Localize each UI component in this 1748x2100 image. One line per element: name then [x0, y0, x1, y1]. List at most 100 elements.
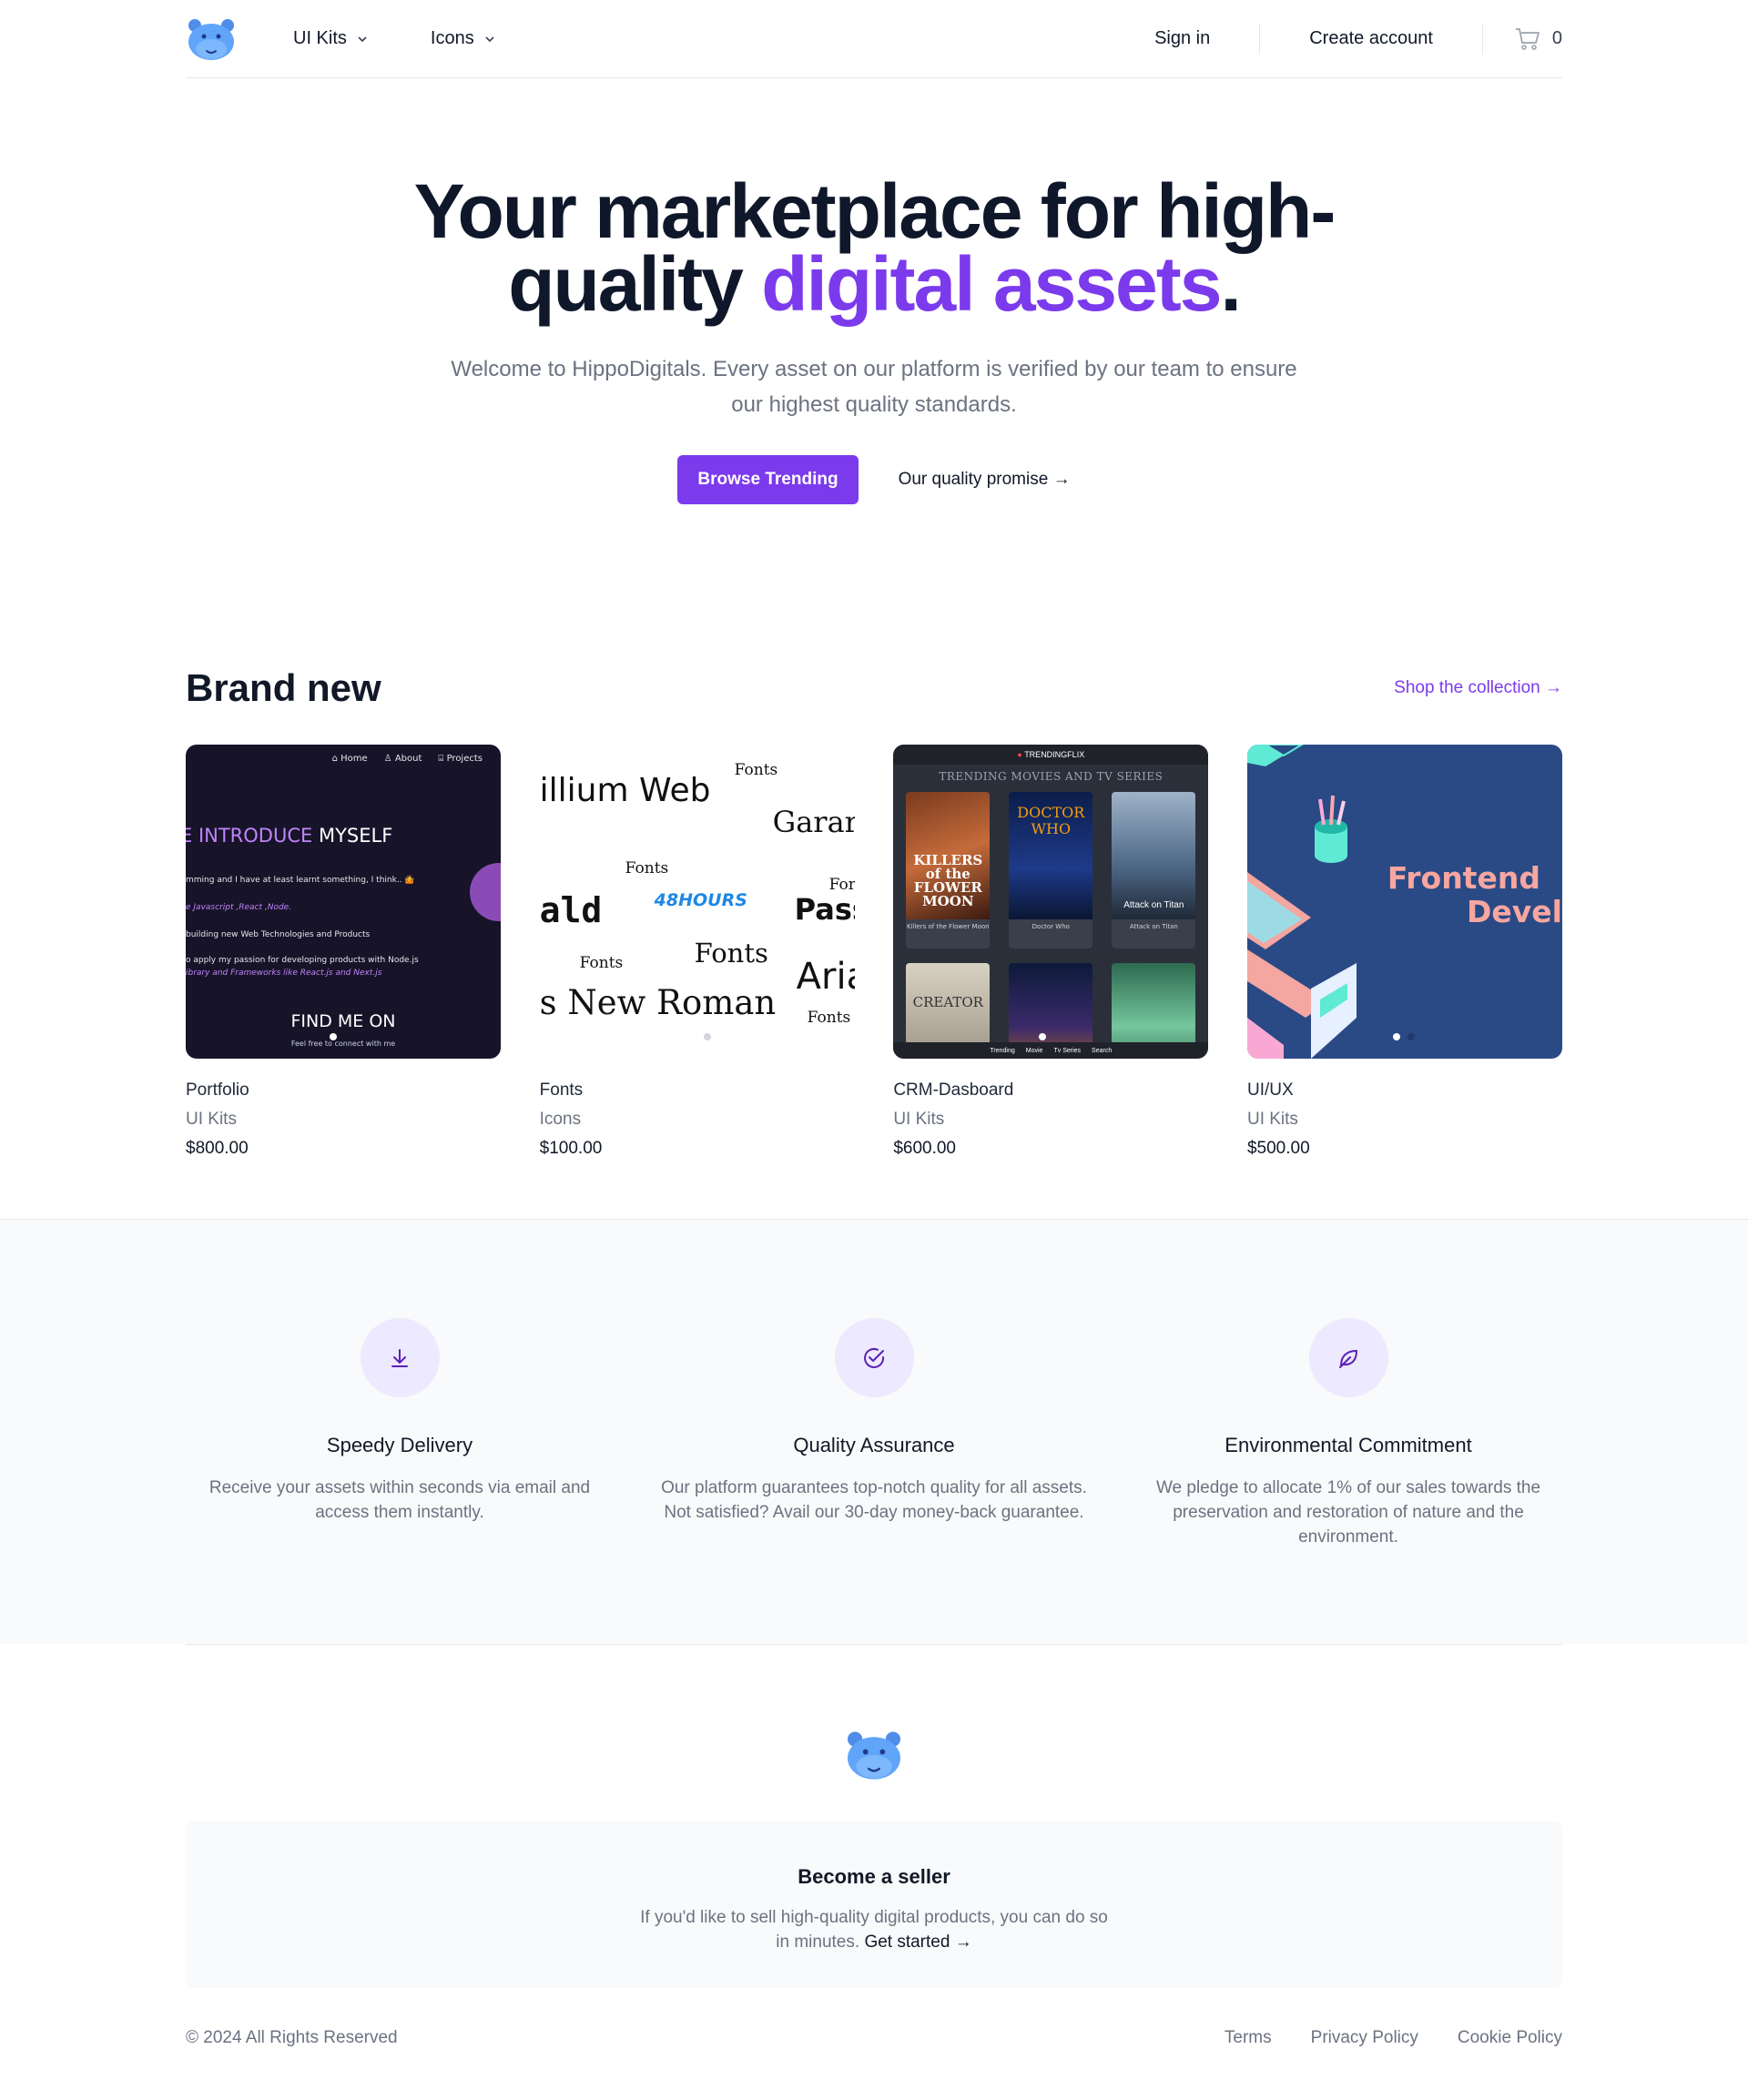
privacy-policy-link[interactable]: Privacy Policy — [1311, 2028, 1418, 2048]
feature-icon-circle — [360, 1318, 440, 1397]
chevron-down-icon — [358, 36, 367, 42]
poster: DOCTOR WHO Doctor Who — [1009, 792, 1093, 949]
nav-divider — [1481, 23, 1483, 55]
thumb-fine: Feel free to connect with me — [290, 1040, 396, 1048]
features-row: Speedy Delivery Receive your assets with… — [186, 1220, 1562, 1549]
thumb-tab: Search — [1092, 1047, 1113, 1054]
thumb-word: Fonts — [579, 954, 624, 972]
feature-quality-assurance: Quality Assurance Our platform guarantee… — [660, 1318, 1088, 1549]
thumb-headline-line: Devel — [1466, 894, 1562, 929]
poster-image: KILLERS of the FLOWER MOON — [906, 792, 991, 919]
section-title: Brand new — [186, 666, 381, 709]
product-list: ⌂ Home ♙ About ⌸ Projects E INTRODUCE MY… — [186, 745, 1562, 1159]
hippo-logo-icon[interactable] — [186, 16, 237, 62]
thumb-intro-accent: E INTRODUCE — [186, 825, 313, 847]
thumb-word: ald — [539, 890, 603, 930]
footer-links: Terms Privacy Policy Cookie Policy — [1225, 2028, 1562, 2048]
terms-link[interactable]: Terms — [1225, 2028, 1272, 2048]
product-price: $800.00 — [186, 1139, 249, 1158]
get-started-link[interactable]: Get started → — [864, 1933, 971, 1952]
product-name: UI/UX — [1246, 1080, 1294, 1100]
nav-actions: Sign in Create account 0 — [1154, 23, 1562, 55]
thumb-app-name: TRENDINGFLIX — [1024, 750, 1085, 759]
product-card[interactable]: Frontend Devel UI/UX UI Kits $500.00 — [1246, 745, 1562, 1159]
footer-bottom: © 2024 All Rights Reserved Terms Privacy… — [186, 2028, 1562, 2048]
thumb-tab: Tv Series — [1053, 1047, 1082, 1054]
poster-caption: Doctor Who — [1009, 919, 1093, 949]
carousel-dot[interactable] — [703, 1033, 711, 1040]
footer: Become a seller If you'd like to sell hi… — [186, 1644, 1562, 2048]
download-icon — [391, 1348, 408, 1367]
hero-title-accent: digital assets — [761, 241, 1222, 327]
cart-button[interactable]: 0 — [1514, 26, 1562, 52]
product-thumbnail[interactable]: ⌂ Home ♙ About ⌸ Projects E INTRODUCE MY… — [186, 745, 501, 1059]
feature-text: Our platform guarantees top-notch qualit… — [661, 1478, 1087, 1522]
thumb-tab: Trending — [990, 1047, 1015, 1054]
thumb-intro-rest: MYSELF — [312, 825, 393, 847]
product-thumbnail[interactable]: ● TRENDINGFLIX TRENDING MOVIES AND TV SE… — [893, 745, 1209, 1059]
sign-in-link[interactable]: Sign in — [1154, 28, 1210, 49]
thumb-nav-item: ⌂ Home — [331, 754, 368, 764]
product-category: UI Kits — [1246, 1110, 1298, 1129]
thumb-word: 48HOURS — [654, 890, 747, 910]
feature-title: Quality Assurance — [793, 1434, 955, 1456]
thumb-word: Fonts — [625, 859, 669, 878]
product-card[interactable]: ⌂ Home ♙ About ⌸ Projects E INTRODUCE MY… — [186, 745, 501, 1159]
poster-image: Attack on Titan — [1112, 792, 1196, 919]
thumb-word: Fonts — [734, 761, 778, 779]
product-thumbnail[interactable]: Frontend Devel — [1246, 745, 1562, 1059]
product-category: UI Kits — [186, 1110, 237, 1129]
thumb-line: e Javascript ,React ,Node. — [186, 903, 292, 912]
product-card[interactable]: illium Web Fonts Garar Fonts For ald 48H… — [539, 745, 855, 1159]
browse-trending-button[interactable]: Browse Trending — [677, 455, 859, 504]
menu-ui-kits[interactable]: UI Kits — [293, 28, 369, 49]
thumb-word: For — [828, 876, 855, 894]
cookie-policy-link[interactable]: Cookie Policy — [1458, 2028, 1562, 2048]
leaf-icon — [1339, 1349, 1357, 1368]
poster-caption: Killers of the Flower Moon — [906, 919, 991, 949]
carousel-dot[interactable] — [330, 1033, 337, 1040]
thumb-word: illium Web — [539, 772, 711, 809]
product-card[interactable]: ● TRENDINGFLIX TRENDING MOVIES AND TV SE… — [893, 745, 1209, 1159]
cart-count: 0 — [1551, 28, 1562, 48]
thumb-tab: Movie — [1025, 1047, 1043, 1054]
thumb-nav: ⌂ Home ♙ About ⌸ Projects — [332, 754, 483, 764]
thumb-word: Fonts — [807, 1009, 851, 1027]
carousel-dot[interactable] — [1392, 1033, 1400, 1040]
seller-title: Become a seller — [798, 1865, 950, 1888]
shop-collection-link[interactable]: Shop the collection → — [1394, 678, 1562, 698]
quality-promise-link[interactable]: Our quality promise → — [899, 470, 1071, 490]
check-circle-icon — [864, 1347, 885, 1368]
copyright: © 2024 All Rights Reserved — [186, 2028, 398, 2047]
hero-title-end: . — [1220, 241, 1241, 327]
thumb-word: Pass — [794, 892, 855, 927]
thumb-nav-item: ♙ About — [383, 754, 422, 764]
menu-ui-kits-label: UI Kits — [293, 28, 347, 48]
thumb-word: Fonts — [694, 938, 768, 969]
thumb-word: s New Roman — [539, 983, 777, 1022]
thumb-line: building new Web Technologies and Produc… — [186, 930, 371, 939]
become-seller-card: Become a seller If you'd like to sell hi… — [186, 1821, 1562, 1988]
menu-icons-label: Icons — [430, 28, 474, 48]
feature-text: We pledge to allocate 1% of our sales to… — [1155, 1478, 1541, 1547]
product-price: $100.00 — [539, 1139, 603, 1158]
menu-icons[interactable]: Icons — [431, 28, 496, 49]
hero-section: Your marketplace for high-quality digita… — [186, 78, 1562, 504]
feature-title: Speedy Delivery — [326, 1434, 473, 1456]
create-account-link[interactable]: Create account — [1309, 28, 1433, 49]
thumb-nav-item: ⌸ Projects — [438, 754, 483, 764]
thumb-headline: Frontend Devel — [1387, 861, 1562, 928]
thumb-line: ibrary and Frameworks like React.js and … — [186, 969, 382, 978]
hero-actions: Browse Trending Our quality promise → — [186, 455, 1562, 504]
nav-divider — [1259, 23, 1261, 55]
top-navbar: UI Kits Icons Sign in Create account 0 — [186, 0, 1562, 78]
thumb-heading: TRENDING MOVIES AND TV SERIES — [939, 770, 1164, 783]
thumb-avatar — [470, 863, 501, 921]
carousel-dot[interactable] — [1407, 1033, 1415, 1040]
thumb-word: Garar — [772, 805, 855, 839]
product-name: Portfolio — [186, 1080, 249, 1100]
hero-subtitle: Welcome to HippoDigitals. Every asset on… — [451, 357, 1297, 417]
thumb-headline-line: Frontend — [1387, 860, 1540, 896]
product-thumbnail[interactable]: illium Web Fonts Garar Fonts For ald 48H… — [539, 745, 855, 1059]
brand-new-section: Brand new Shop the collection → ⌂ Home ♙… — [186, 504, 1562, 1159]
